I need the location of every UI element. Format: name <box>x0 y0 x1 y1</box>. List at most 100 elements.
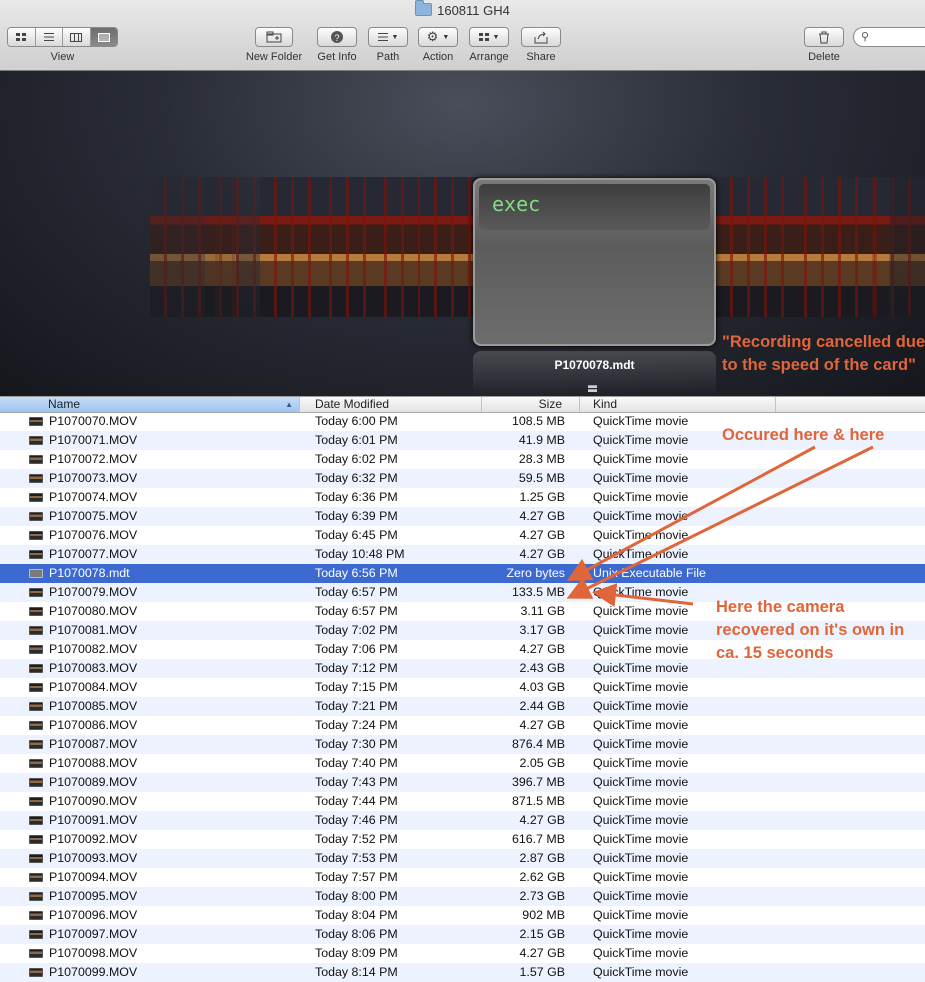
file-date-modified: Today 6:57 PM <box>315 604 398 618</box>
file-name: P1070092.MOV <box>49 832 138 846</box>
file-icon <box>29 778 43 787</box>
svg-text:?: ? <box>334 33 339 43</box>
table-row[interactable]: P1070077.MOV Today 10:48 PM 4.27 GB QuickTi… <box>0 545 925 564</box>
file-date-modified: Today 7:46 PM <box>315 813 398 827</box>
file-kind: QuickTime movie <box>593 452 689 466</box>
table-row[interactable]: P1070088.MOV Today 7:40 PM 2.05 GB QuickTim… <box>0 754 925 773</box>
table-row[interactable]: P1070073.MOV Today 6:32 PM 59.5 MB QuickTim… <box>0 469 925 488</box>
path-icon <box>377 33 388 41</box>
coverflow-view-button[interactable] <box>90 28 117 46</box>
file-kind: QuickTime movie <box>593 623 689 637</box>
file-name: P1070078.mdt <box>49 566 130 580</box>
table-row[interactable]: P1070094.MOV Today 7:57 PM 2.62 GB QuickTim… <box>0 868 925 887</box>
table-row[interactable]: P1070076.MOV Today 6:45 PM 4.27 GB QuickTim… <box>0 526 925 545</box>
file-date-modified: Today 6:01 PM <box>315 433 398 447</box>
list-view-button[interactable] <box>35 28 63 46</box>
path-button[interactable]: ▼ <box>368 27 408 47</box>
file-kind: QuickTime movie <box>593 490 689 504</box>
file-kind: QuickTime movie <box>593 908 689 922</box>
table-row[interactable]: P1070078.mdt Today 6:56 PM Zero bytes Unix … <box>0 564 925 583</box>
file-name: P1070081.MOV <box>49 623 138 637</box>
action-button[interactable]: ⚙ ▼ <box>418 27 458 47</box>
column-header-kind[interactable]: Kind <box>580 397 776 412</box>
file-size: 2.15 GB <box>519 927 565 941</box>
table-row[interactable]: P1070095.MOV Today 8:00 PM 2.73 GB QuickTim… <box>0 887 925 906</box>
coverflow-thumbnail[interactable] <box>860 177 925 317</box>
new-folder-button[interactable] <box>255 27 293 47</box>
table-row[interactable]: P1070099.MOV Today 8:14 PM 1.57 GB QuickTim… <box>0 963 925 982</box>
file-name: P1070070.MOV <box>49 414 138 428</box>
delete-button[interactable] <box>804 27 844 47</box>
file-name: P1070083.MOV <box>49 661 138 675</box>
file-name: P1070090.MOV <box>49 794 138 808</box>
folder-icon <box>415 0 433 16</box>
table-row[interactable]: P1070089.MOV Today 7:43 PM 396.7 MB QuickTi… <box>0 773 925 792</box>
table-row[interactable]: P1070093.MOV Today 7:53 PM 2.87 GB QuickTim… <box>0 849 925 868</box>
table-row[interactable]: P1070074.MOV Today 6:36 PM 1.25 GB QuickTim… <box>0 488 925 507</box>
coverflow-selected-preview[interactable]: exec <box>473 178 716 346</box>
new-folder-label: New Folder <box>245 51 303 63</box>
file-kind: QuickTime movie <box>593 471 689 485</box>
column-header-size-label: Size <box>538 397 562 411</box>
column-header-name[interactable]: Name ▲ <box>0 397 300 412</box>
column-header-kind-label: Kind <box>593 397 618 411</box>
file-icon <box>29 531 43 540</box>
column-header-date-label: Date Modified <box>315 397 390 411</box>
file-icon <box>29 721 43 730</box>
gear-icon: ⚙ <box>426 29 439 44</box>
get-info-button[interactable]: ? <box>317 27 357 47</box>
file-date-modified: Today 8:06 PM <box>315 927 398 941</box>
file-kind: QuickTime movie <box>593 528 689 542</box>
file-size: 2.62 GB <box>519 870 565 884</box>
view-mode-control[interactable] <box>7 27 118 47</box>
table-row[interactable]: P1070086.MOV Today 7:24 PM 4.27 GB QuickTim… <box>0 716 925 735</box>
column-view-button[interactable] <box>63 28 91 46</box>
table-row[interactable]: P1070087.MOV Today 7:30 PM 876.4 MB QuickTi… <box>0 735 925 754</box>
table-row[interactable]: P1070098.MOV Today 8:09 PM 4.27 GB QuickTim… <box>0 944 925 963</box>
file-name: P1070089.MOV <box>49 775 138 789</box>
file-size: 3.11 GB <box>520 604 565 618</box>
file-icon <box>29 569 43 578</box>
file-date-modified: Today 6:02 PM <box>315 452 398 466</box>
file-icon <box>29 493 43 502</box>
file-date-modified: Today 7:57 PM <box>315 870 398 884</box>
table-row[interactable]: P1070072.MOV Today 6:02 PM 28.3 MB QuickTim… <box>0 450 925 469</box>
file-kind: QuickTime movie <box>593 547 689 561</box>
file-kind: QuickTime movie <box>593 680 689 694</box>
file-size: 108.5 MB <box>511 414 565 428</box>
arrange-button[interactable]: ▼ <box>469 27 509 47</box>
table-row[interactable]: P1070084.MOV Today 7:15 PM 4.03 GB QuickTim… <box>0 678 925 697</box>
view-label: View <box>50 51 75 63</box>
table-row[interactable]: P1070092.MOV Today 7:52 PM 616.7 MB QuickTi… <box>0 830 925 849</box>
share-button[interactable] <box>521 27 561 47</box>
chevron-down-icon: ▼ <box>492 33 500 41</box>
file-kind: QuickTime movie <box>593 604 689 618</box>
file-list[interactable]: P1070070.MOV Today 6:00 PM 108.5 MB QuickTi… <box>0 412 925 982</box>
resize-grip-icon[interactable]: ▬ ▬ <box>588 381 597 394</box>
table-row[interactable]: P1070085.MOV Today 7:21 PM 2.44 GB QuickTim… <box>0 697 925 716</box>
icon-view-icon <box>16 33 27 41</box>
search-field[interactable]: ⚲ <box>853 27 925 47</box>
file-name: P1070096.MOV <box>49 908 138 922</box>
table-row[interactable]: P1070090.MOV Today 7:44 PM 871.5 MB QuickTi… <box>0 792 925 811</box>
table-row[interactable]: P1070091.MOV Today 7:46 PM 4.27 GB QuickTim… <box>0 811 925 830</box>
file-size: 876.4 MB <box>511 737 565 751</box>
table-row[interactable]: P1070075.MOV Today 6:39 PM 4.27 GB QuickTim… <box>0 507 925 526</box>
column-header-size[interactable]: Size <box>482 397 580 412</box>
coverflow-thumbnail[interactable] <box>420 177 480 317</box>
coverflow-view-icon <box>97 32 110 42</box>
column-header-date[interactable]: Date Modified <box>300 397 482 412</box>
table-row[interactable]: P1070097.MOV Today 8:06 PM 2.15 GB QuickTim… <box>0 925 925 944</box>
file-date-modified: Today 6:32 PM <box>315 471 398 485</box>
file-size: 4.03 GB <box>519 680 565 694</box>
file-name: P1070093.MOV <box>49 851 138 865</box>
file-name: P1070088.MOV <box>49 756 138 770</box>
file-icon <box>29 550 43 559</box>
file-size: Zero bytes <box>506 566 565 580</box>
file-kind: QuickTime movie <box>593 870 689 884</box>
list-header: Name ▲ Date Modified Size Kind <box>0 396 925 413</box>
table-row[interactable]: P1070096.MOV Today 8:04 PM 902 MB QuickTime… <box>0 906 925 925</box>
preview-text: exec <box>492 192 541 216</box>
icon-view-button[interactable] <box>8 28 36 46</box>
annotation-camera-recovered: Here the camera recovered on it's own in… <box>716 598 905 662</box>
